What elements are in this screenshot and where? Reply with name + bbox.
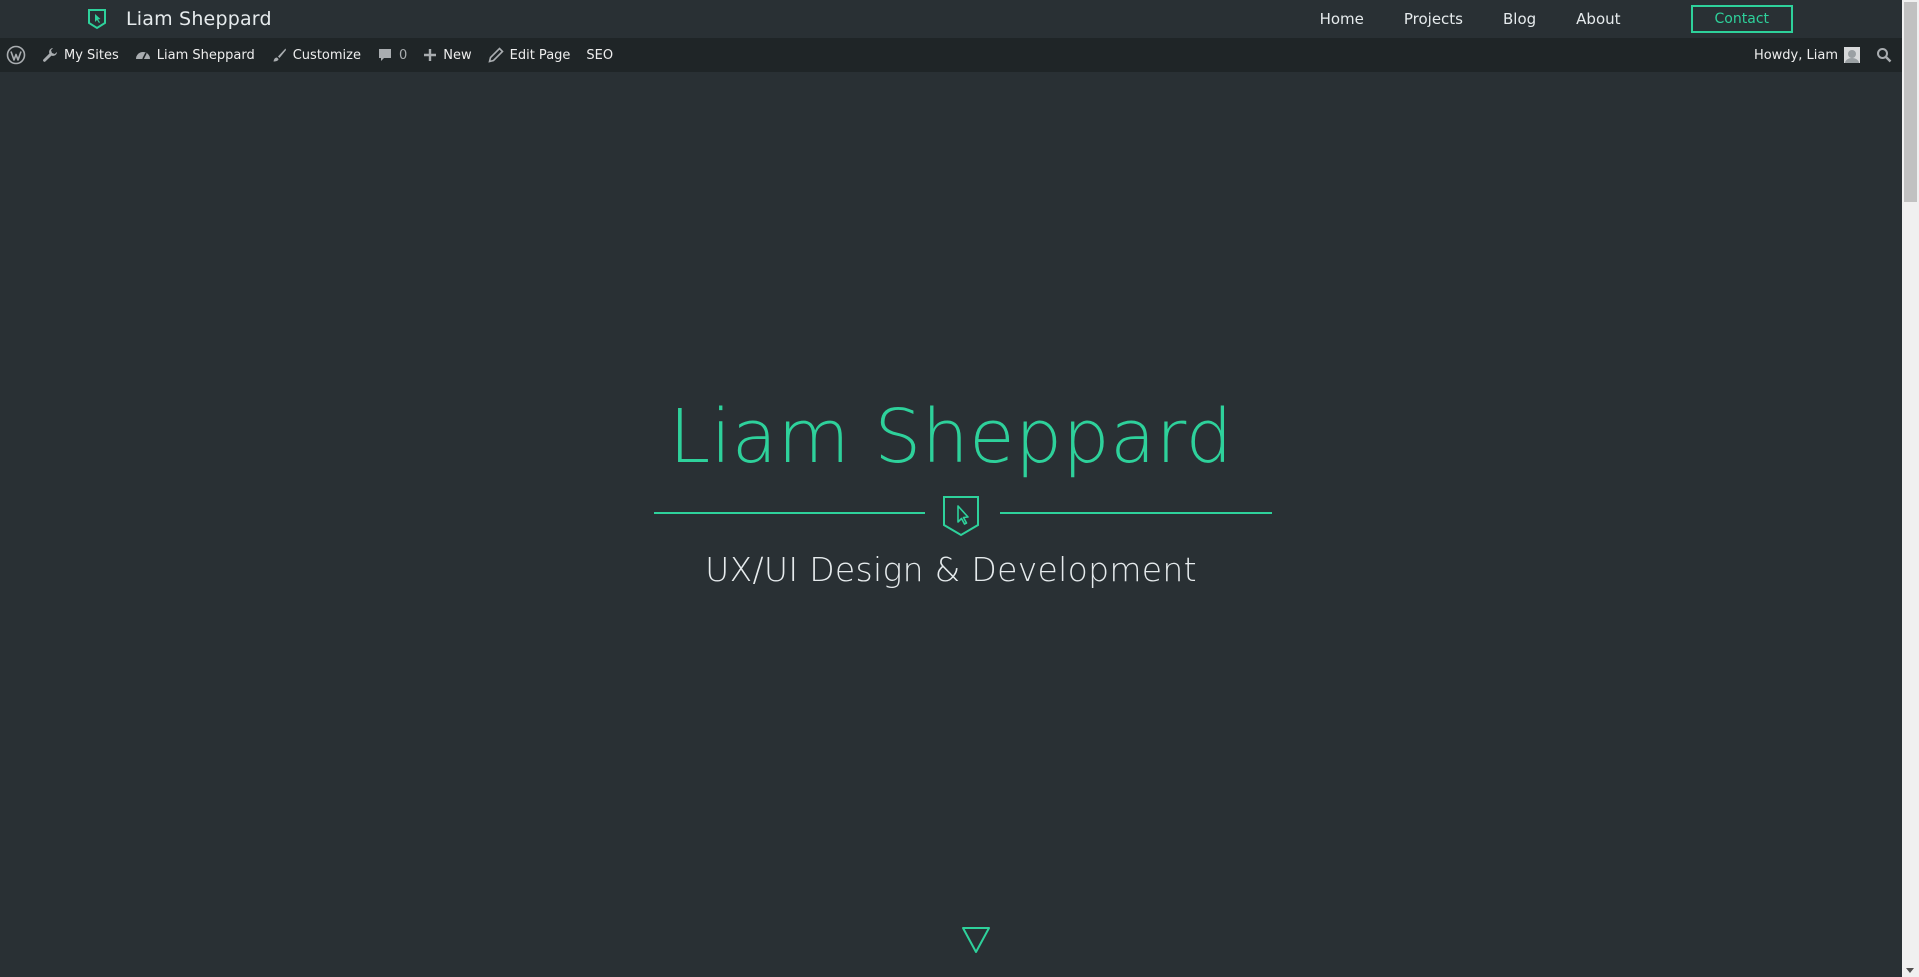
logo-icon <box>88 9 106 30</box>
paintbrush-icon <box>273 48 286 62</box>
scroll-down-icon[interactable] <box>1906 968 1914 973</box>
seo-label: SEO <box>586 47 614 63</box>
scrollbar-thumb[interactable] <box>1904 2 1917 202</box>
down-triangle-icon[interactable] <box>961 925 991 955</box>
avatar <box>1844 47 1860 63</box>
my-sites-menu[interactable]: My Sites <box>34 38 127 72</box>
admin-search[interactable] <box>1868 38 1902 72</box>
admin-bar: My Sites Liam Sheppard Customize 0 New E… <box>0 38 1902 72</box>
wp-menu[interactable] <box>0 38 34 72</box>
new-label: New <box>443 47 472 63</box>
pencil-icon <box>488 47 504 63</box>
site-name-menu[interactable]: Liam Sheppard <box>127 38 263 72</box>
site-header: Liam Sheppard Home Projects Blog About C… <box>0 0 1902 38</box>
site-name-label: Liam Sheppard <box>156 47 255 63</box>
howdy-label: Howdy, Liam <box>1753 47 1838 63</box>
comments-link[interactable]: 0 <box>369 38 415 72</box>
main-nav: Home Projects Blog About Contact <box>1280 2 1793 36</box>
dashboard-icon <box>135 52 150 60</box>
wrench-icon <box>43 48 57 62</box>
plus-icon <box>424 49 437 61</box>
nav-blog[interactable]: Blog <box>1503 10 1536 28</box>
my-sites-label: My Sites <box>64 47 119 63</box>
comment-icon <box>378 49 391 61</box>
nav-projects[interactable]: Projects <box>1404 10 1463 28</box>
edit-page-label: Edit Page <box>509 47 571 63</box>
hero-subtitle: UX/UI Design & Development <box>705 550 1197 589</box>
customize-label: Customize <box>292 47 361 63</box>
brand-link[interactable]: Liam Sheppard <box>86 7 272 31</box>
hero-title: Liam Sheppard <box>668 394 1234 480</box>
page-scrollbar[interactable] <box>1902 0 1919 977</box>
divider-left <box>654 512 925 514</box>
wordpress-logo-icon <box>6 45 26 65</box>
comments-count: 0 <box>398 47 408 63</box>
nav-about[interactable]: About <box>1576 10 1620 28</box>
divider-right <box>1000 512 1272 514</box>
cursor-shield-icon <box>943 496 979 537</box>
account-menu[interactable]: Howdy, Liam <box>1746 38 1868 72</box>
search-icon <box>1877 48 1892 63</box>
contact-button[interactable]: Contact <box>1690 5 1793 33</box>
seo-menu[interactable]: SEO <box>578 38 621 72</box>
customize-link[interactable]: Customize <box>263 38 369 72</box>
nav-home[interactable]: Home <box>1320 10 1364 28</box>
new-content-menu[interactable]: New <box>415 38 479 72</box>
brand-name: Liam Sheppard <box>126 8 272 30</box>
edit-page-link[interactable]: Edit Page <box>480 38 579 72</box>
admin-bar-right: Howdy, Liam <box>1746 38 1902 72</box>
